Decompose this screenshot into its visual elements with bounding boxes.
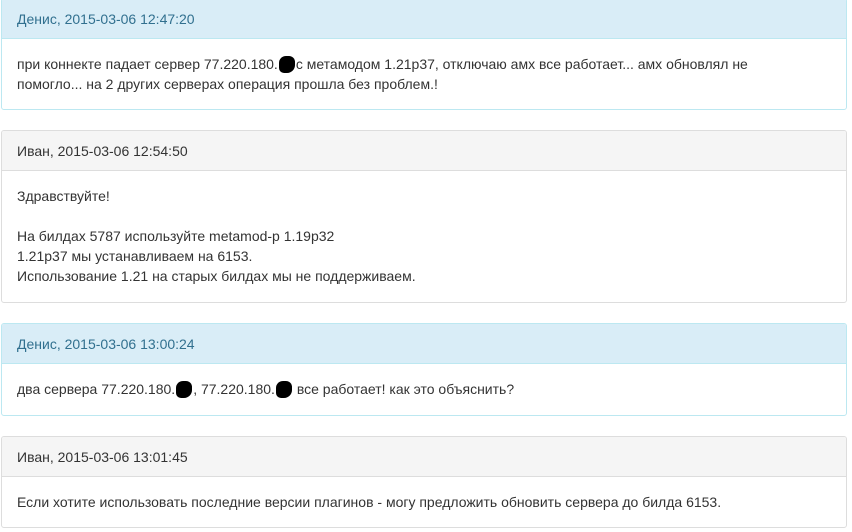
message-text: два сервера 77.220.180. [17, 381, 176, 397]
message-heading: Денис, 2015-03-06 12:47:20 [2, 0, 846, 39]
message-body: два сервера 77.220.180. , 77.220.180. все… [2, 364, 846, 413]
redaction-mark-icon [278, 56, 295, 73]
message-heading: Денис, 2015-03-06 13:00:24 [2, 324, 846, 364]
message-line: помогло... на 2 других серверах операция… [17, 76, 438, 92]
message-panel-customer: Денис, 2015-03-06 12:47:20 при коннекте … [1, 0, 847, 110]
message-line: 1.21p37 мы устанавливаем на 6153. [17, 248, 253, 264]
message-text: , 77.220.180. [193, 381, 275, 397]
message-line: На билдах 5787 используйте metamod-p 1.1… [17, 228, 335, 244]
message-line: Если хотите использовать последние верси… [17, 494, 722, 510]
message-panel-staff: Иван, 2015-03-06 13:01:45 Если хотите ис… [1, 436, 847, 528]
message-panel-staff: Иван, 2015-03-06 12:54:50 Здравствуйте! … [1, 130, 847, 303]
message-text: при коннекте падает сервер 77.220.180. [17, 56, 278, 72]
message-line: Использование 1.21 на старых билдах мы н… [17, 268, 416, 284]
message-body: при коннекте падает сервер 77.220.180. с … [2, 39, 846, 108]
message-panel-customer: Денис, 2015-03-06 13:00:24 два сервера 7… [1, 323, 847, 416]
message-text: все работает! как это объяснить? [292, 381, 515, 397]
message-body: Здравствуйте! На билдах 5787 используйте… [2, 171, 846, 300]
message-line: при коннекте падает сервер 77.220.180. с … [17, 54, 831, 74]
message-heading: Иван, 2015-03-06 12:54:50 [2, 131, 846, 171]
message-line: Здравствуйте! [17, 188, 110, 204]
redaction-mark-icon [275, 381, 292, 398]
message-heading: Иван, 2015-03-06 13:01:45 [2, 437, 846, 477]
ticket-thread: Денис, 2015-03-06 12:47:20 при коннекте … [0, 0, 852, 532]
redaction-mark-icon [176, 381, 193, 398]
message-line: два сервера 77.220.180. , 77.220.180. все… [17, 379, 831, 399]
message-body: Если хотите использовать последние верси… [2, 477, 846, 526]
message-text: с метамодом 1.21p37, отключаю амх все ра… [295, 56, 748, 72]
